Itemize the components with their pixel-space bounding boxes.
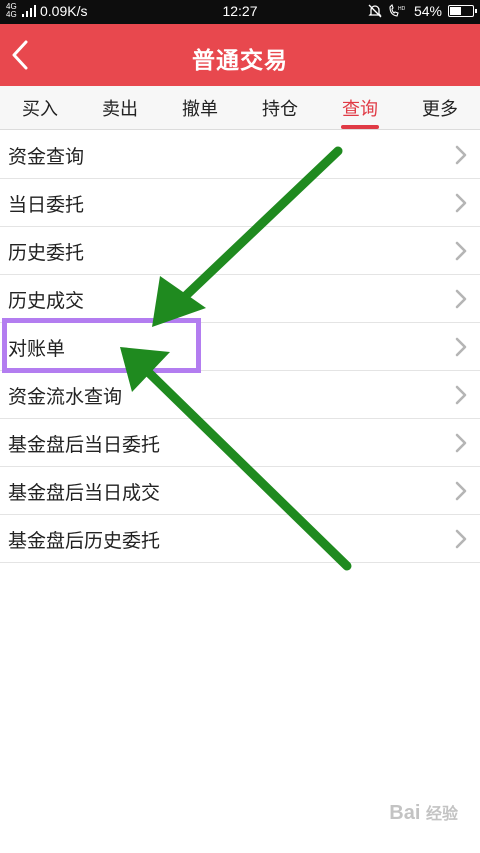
menu-item-label: 历史成交 — [8, 290, 85, 312]
chevron-right-icon — [455, 529, 467, 549]
menu-item-label: 基金盘后历史委托 — [8, 530, 161, 552]
chevron-right-icon — [455, 193, 467, 213]
tab-bar: 买入 卖出 撤单 持仓 查询 更多 — [0, 86, 480, 130]
watermark-text: Bai — [389, 802, 421, 824]
menu-item-label: 基金盘后当日委托 — [8, 434, 161, 456]
app-header: 普通交易 — [0, 24, 480, 86]
battery-percent: 54% — [413, 3, 442, 19]
menu-item[interactable]: 历史委托 — [0, 227, 480, 275]
menu-item-label: 基金盘后当日成交 — [8, 482, 161, 504]
status-right: HD 54% — [368, 3, 477, 19]
mute-icon — [368, 4, 382, 18]
chevron-right-icon — [455, 145, 467, 165]
chevron-right-icon — [455, 481, 467, 501]
watermark-sub: 经验 — [425, 806, 458, 823]
svg-text:HD: HD — [398, 6, 406, 12]
menu-item[interactable]: 基金盘后当日成交 — [0, 467, 480, 515]
menu-item[interactable]: 历史成交 — [0, 275, 480, 323]
highlight-box — [2, 318, 201, 373]
chevron-right-icon — [455, 241, 467, 261]
chevron-right-icon — [455, 337, 467, 357]
menu-item[interactable]: 基金盘后历史委托 — [0, 515, 480, 563]
volte-icon: HD — [389, 4, 406, 17]
tab-1[interactable]: 卖出 — [80, 86, 160, 129]
battery-icon — [448, 5, 477, 17]
menu-item[interactable]: 当日委托 — [0, 179, 480, 227]
tab-0[interactable]: 买入 — [0, 86, 80, 129]
menu-item[interactable]: 资金流水查询 — [0, 371, 480, 419]
menu-item-label: 资金流水查询 — [8, 386, 123, 408]
page-title: 普通交易 — [192, 48, 288, 74]
tab-2[interactable]: 撤单 — [160, 86, 240, 129]
tab-5[interactable]: 更多 — [400, 86, 480, 129]
tab-4[interactable]: 查询 — [320, 86, 400, 129]
chevron-right-icon — [455, 289, 467, 309]
menu-item-label: 历史委托 — [8, 242, 85, 264]
tab-3[interactable]: 持仓 — [240, 86, 320, 129]
menu-item-label: 资金查询 — [8, 146, 85, 168]
menu-item[interactable]: 基金盘后当日委托 — [0, 419, 480, 467]
chevron-right-icon — [455, 385, 467, 405]
status-bar: 4G 4G 0.09K/s 12:27 HD 54% — [0, 0, 480, 24]
menu-item-label: 当日委托 — [8, 194, 85, 216]
menu-item[interactable]: 资金查询 — [0, 131, 480, 179]
chevron-right-icon — [455, 433, 467, 453]
baidu-watermark: Bai 经验 — [389, 800, 458, 825]
